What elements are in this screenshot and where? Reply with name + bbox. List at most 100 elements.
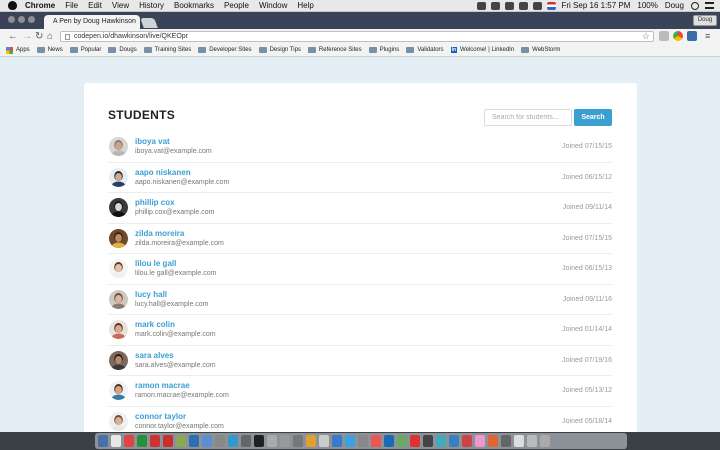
dock-app-icon[interactable] [137,435,147,447]
dock-app-icon[interactable] [436,435,446,447]
dock-app-icon[interactable] [267,435,277,447]
dock-app-icon[interactable] [475,435,485,447]
clock[interactable]: Fri Sep 16 1:57 PM [561,1,630,10]
bookmark-design-tips[interactable]: Design Tips [258,47,301,53]
status-icon[interactable] [505,1,515,10]
student-name[interactable]: lucy hall [135,290,167,299]
dock-app-icon[interactable] [358,435,368,447]
dock-app-icon[interactable] [280,435,290,447]
dock-app-icon[interactable] [293,435,303,447]
menu-history[interactable]: History [139,1,164,10]
menu-bookmarks[interactable]: Bookmarks [174,1,214,10]
student-row[interactable]: lilou le gall lilou.le gall@example.com Jo… [108,254,612,285]
dock-app-icon[interactable] [124,435,134,447]
bookmark-apps[interactable]: Apps [6,46,30,54]
student-name[interactable]: zilda moreira [135,229,184,238]
dock-app-icon[interactable] [228,435,238,447]
status-icon[interactable] [477,1,487,10]
student-row[interactable]: ramon macrae ramon.macrae@example.com Join… [108,376,612,407]
url-text[interactable]: codepen.io/dhawkinson/live/QKEOpr [74,33,188,40]
search-input[interactable] [484,109,572,126]
student-name[interactable]: lilou le gall [135,259,176,268]
student-name[interactable]: aapo niskanen [135,168,191,177]
search-button[interactable]: Search [574,109,612,126]
student-name[interactable]: mark colin [135,320,175,329]
menu-people[interactable]: People [224,1,249,10]
dock-app-icon[interactable] [384,435,394,447]
profile-button[interactable]: Doug [693,15,717,26]
student-row[interactable]: connor taylor connor.taylor@example.com Jo… [108,407,612,433]
address-bar[interactable]: codepen.io/dhawkinson/live/QKEOpr ☆ [60,31,654,42]
dock-app-icon[interactable] [462,435,472,447]
menu-edit[interactable]: Edit [88,1,102,10]
bookmark-popular[interactable]: Popular [69,47,101,53]
reload-icon[interactable]: ↻ [35,31,43,42]
bookmark-training-sites[interactable]: Training Sites [143,47,191,53]
home-icon[interactable]: ⌂ [47,31,53,42]
tab-close-icon[interactable]: × [130,18,134,25]
bookmark-webstorm[interactable]: WebStorm [521,47,560,53]
window-controls[interactable] [8,16,35,23]
bookmark-developer-sites[interactable]: Developer Sites [198,47,252,53]
student-row[interactable]: lucy hall lucy.hall@example.com Joined 09/… [108,285,612,315]
dock-app-icon[interactable] [176,435,186,447]
bookmark-reference-sites[interactable]: Reference Sites [307,47,362,53]
dock-app-icon[interactable] [189,435,199,447]
dock-app-icon[interactable] [514,435,524,447]
bookmark-dougs[interactable]: Dougs [108,47,137,53]
dock-app-icon[interactable] [501,435,511,447]
student-name[interactable]: connor taylor [135,412,186,421]
student-name[interactable]: sara alves [135,351,174,360]
dock-app-icon[interactable] [254,435,264,447]
student-row[interactable]: mark colin mark.colin@example.com Joined 0… [108,315,612,346]
dock-app-icon[interactable] [98,435,108,447]
student-row[interactable]: aapo niskanen aapo.niskanen@example.com Jo… [108,163,612,193]
bookmark-plugins[interactable]: Plugins [368,47,399,53]
dock-app-icon[interactable] [163,435,173,447]
dock-app-icon[interactable] [332,435,342,447]
minimize-window-icon[interactable] [18,16,25,23]
tab-active[interactable]: A Pen by Doug Hawkinson × [44,15,140,29]
dock-app-icon[interactable] [410,435,420,447]
chrome-extension-icon[interactable] [673,31,683,41]
zoom-window-icon[interactable] [28,16,35,23]
student-row[interactable]: sara alves sara.alves@example.com Joined 0… [108,346,612,376]
battery-percent[interactable]: 100% [637,1,657,10]
dock-app-icon[interactable] [488,435,498,447]
new-tab-button[interactable] [140,18,158,28]
dock-app-icon[interactable] [345,435,355,447]
dock-app-icon[interactable] [319,435,329,447]
forward-icon[interactable]: → [22,31,32,42]
student-name[interactable]: iboya vat [135,137,170,146]
dock-app-icon[interactable] [150,435,160,447]
menu-file[interactable]: File [65,1,78,10]
spotlight-search-icon[interactable] [691,1,699,10]
dock-app-icon[interactable] [449,435,459,447]
bookmark-news[interactable]: News [36,47,63,53]
extension-icon[interactable] [687,31,697,41]
dock-app-icon[interactable] [241,435,251,447]
apple-menu-icon[interactable] [8,1,17,10]
menu-view[interactable]: View [112,1,129,10]
dock-app-icon[interactable] [423,435,433,447]
dock-app-icon[interactable] [202,435,212,447]
dock-app-icon[interactable] [371,435,381,447]
input-flag-icon[interactable] [547,1,557,10]
notification-center-icon[interactable] [705,2,714,9]
wifi-icon[interactable] [519,1,529,10]
student-name[interactable]: phillip cox [135,198,175,207]
student-row[interactable]: zilda moreira zilda.moreira@example.com Jo… [108,224,612,254]
dock-app-icon[interactable] [540,435,550,447]
dock-app-icon[interactable] [215,435,225,447]
dock-app-icon[interactable] [111,435,121,447]
dock-app-icon[interactable] [527,435,537,447]
volume-icon[interactable] [533,1,543,10]
status-icon[interactable] [491,1,501,10]
menu-app-chrome[interactable]: Chrome [25,1,55,10]
menu-window[interactable]: Window [259,1,287,10]
user-menu[interactable]: Doug [665,1,684,10]
bookmark-star-icon[interactable]: ☆ [642,31,650,42]
dock-app-icon[interactable] [397,435,407,447]
student-name[interactable]: ramon macrae [135,381,190,390]
student-row[interactable]: iboya vat iboya.vat@example.com Joined 07/… [108,132,612,163]
